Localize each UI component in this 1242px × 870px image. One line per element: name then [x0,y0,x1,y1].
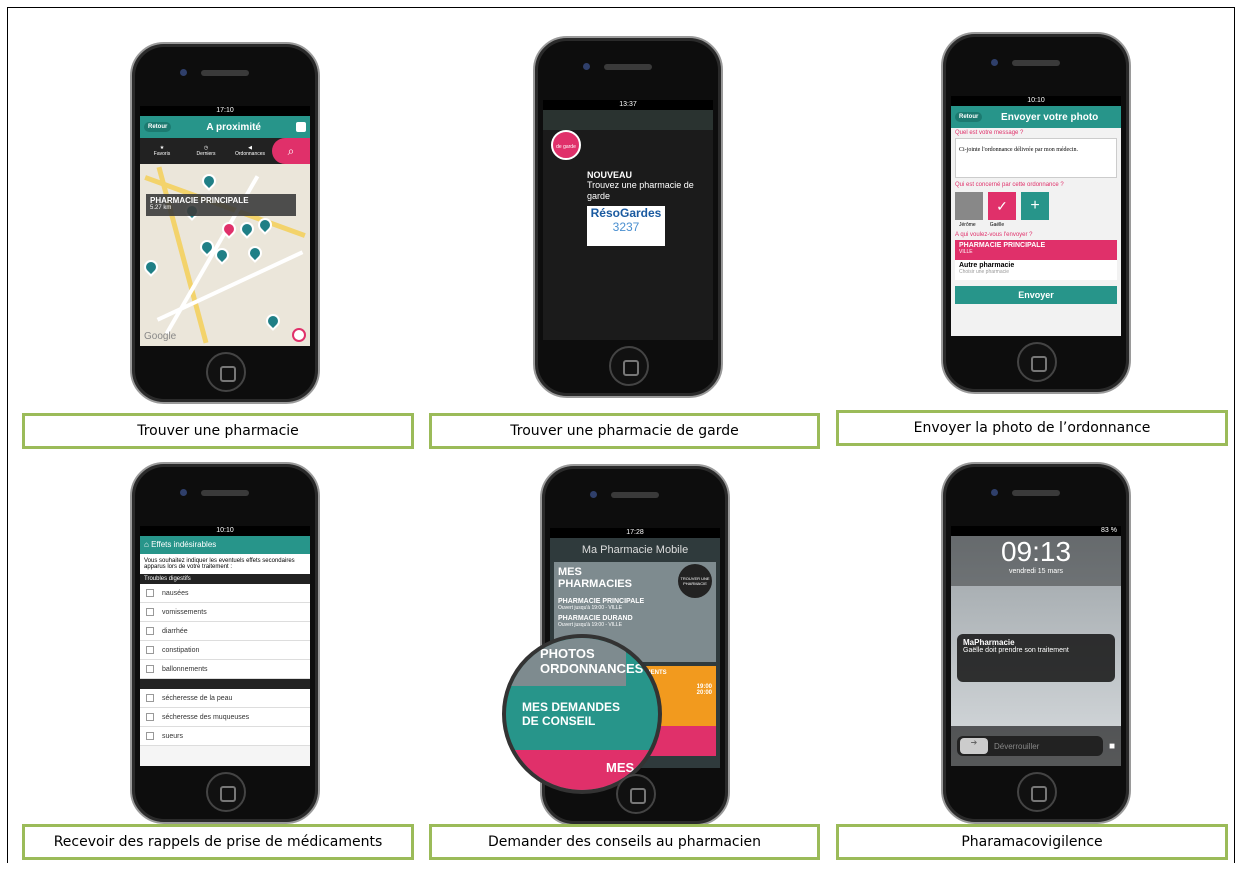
pharmacy-card[interactable]: PHARMACIE PRINCIPALE 5.27 km [146,194,296,216]
caption-pharmacovigilance: Pharamacovigilence [836,824,1228,860]
resogardes-logo: RésoGardes 3237 [587,206,665,246]
new-label: NOUVEAU [587,170,633,180]
list-item[interactable]: diarrhée [140,622,310,641]
search-button[interactable]: ⌕ [272,138,310,164]
caption-advice: Demander des conseils au pharmacien [429,824,820,860]
screen-title: A proximité [206,121,261,133]
screen-title: Envoyer votre photo [1001,111,1099,123]
phone-pharmacovigilance: 83 % 09:13 vendredi 15 mars MaPharmacie … [941,462,1131,824]
caption-reminders: Recevoir des rappels de prise de médicam… [22,824,414,860]
message-field[interactable]: Ci-jointe l'ordonnance délivrée par mon … [955,138,1117,178]
list-item[interactable]: sécheresse de la peau [140,689,310,708]
map[interactable]: PHARMACIE PRINCIPALE 5.27 km Google [140,164,310,346]
phone-send-photo: 10:10 Retour Envoyer votre photo Quel es… [941,32,1131,394]
find-pharmacy-button[interactable]: TROUVER UNE PHARMACIE [678,564,712,598]
list-item[interactable]: vomissements [140,603,310,622]
list-item[interactable]: sueurs [140,727,310,746]
tab-derniers[interactable]: ◷ Derniers [184,145,228,157]
tab-ordonnances[interactable]: ◀ Ordonnances [228,145,272,157]
caption-find-pharmacy: Trouver une pharmacie [22,413,414,449]
phone-find-pharmacy: 17:10 Retour A proximité ★ Favoris ◷ Derni… [130,42,320,404]
list-item[interactable]: ballonnements [140,660,310,679]
phone-pharmacy-on-duty: 13:37 de garde NOUVEAU Trouvez une pharm… [533,36,723,398]
pharmacy-option-selected[interactable]: PHARMACIE PRINCIPALE VILLE [955,240,1117,260]
phone-advice: 17:28 Ma Pharmacie Mobile MES PHARMACIES… [502,464,730,826]
add-icon[interactable]: + [1021,192,1049,220]
phone-reminders: 10:10 ⌂ Effets indésirables Vous souhait… [130,462,320,824]
caption-on-duty: Trouver une pharmacie de garde [429,413,820,449]
list-item[interactable]: sécheresse des muqueuses [140,708,310,727]
unlock-slider[interactable]: ➔ Déverrouiller [957,736,1103,756]
location-icon[interactable] [296,122,306,132]
lock-clock: 09:13 [1000,536,1072,567]
arrow-icon: ➔ [960,738,988,754]
on-duty-text: Trouvez une pharmacie de garde [587,180,694,201]
notification[interactable]: MaPharmacie Gaëlle doit prendre son trai… [957,634,1115,682]
google-logo: Google [144,331,177,342]
pharmacy-option-other[interactable]: Autre pharmacie Choisir une pharmacie [955,260,1117,280]
list-item[interactable]: constipation [140,641,310,660]
tab-favoris[interactable]: ★ Favoris [140,145,184,157]
send-button[interactable]: Envoyer [955,286,1117,304]
list-item[interactable]: nausées [140,584,310,603]
camera-icon[interactable]: ■ [1109,741,1115,752]
back-button[interactable]: Retour [144,122,172,132]
caption-send-photo: Envoyer la photo de l’ordonnance [836,410,1228,446]
home-icon[interactable]: ⌂ [144,540,151,549]
on-duty-badge[interactable]: de garde [551,130,581,160]
avatar-jerome[interactable] [955,192,983,220]
back-button[interactable]: Retour [955,112,983,122]
magnifier: PHOTOS ORDONNANCES MES DEMANDES DE CONSE… [502,634,662,794]
locate-icon[interactable] [292,328,306,342]
check-icon[interactable]: ✓ [988,192,1016,220]
